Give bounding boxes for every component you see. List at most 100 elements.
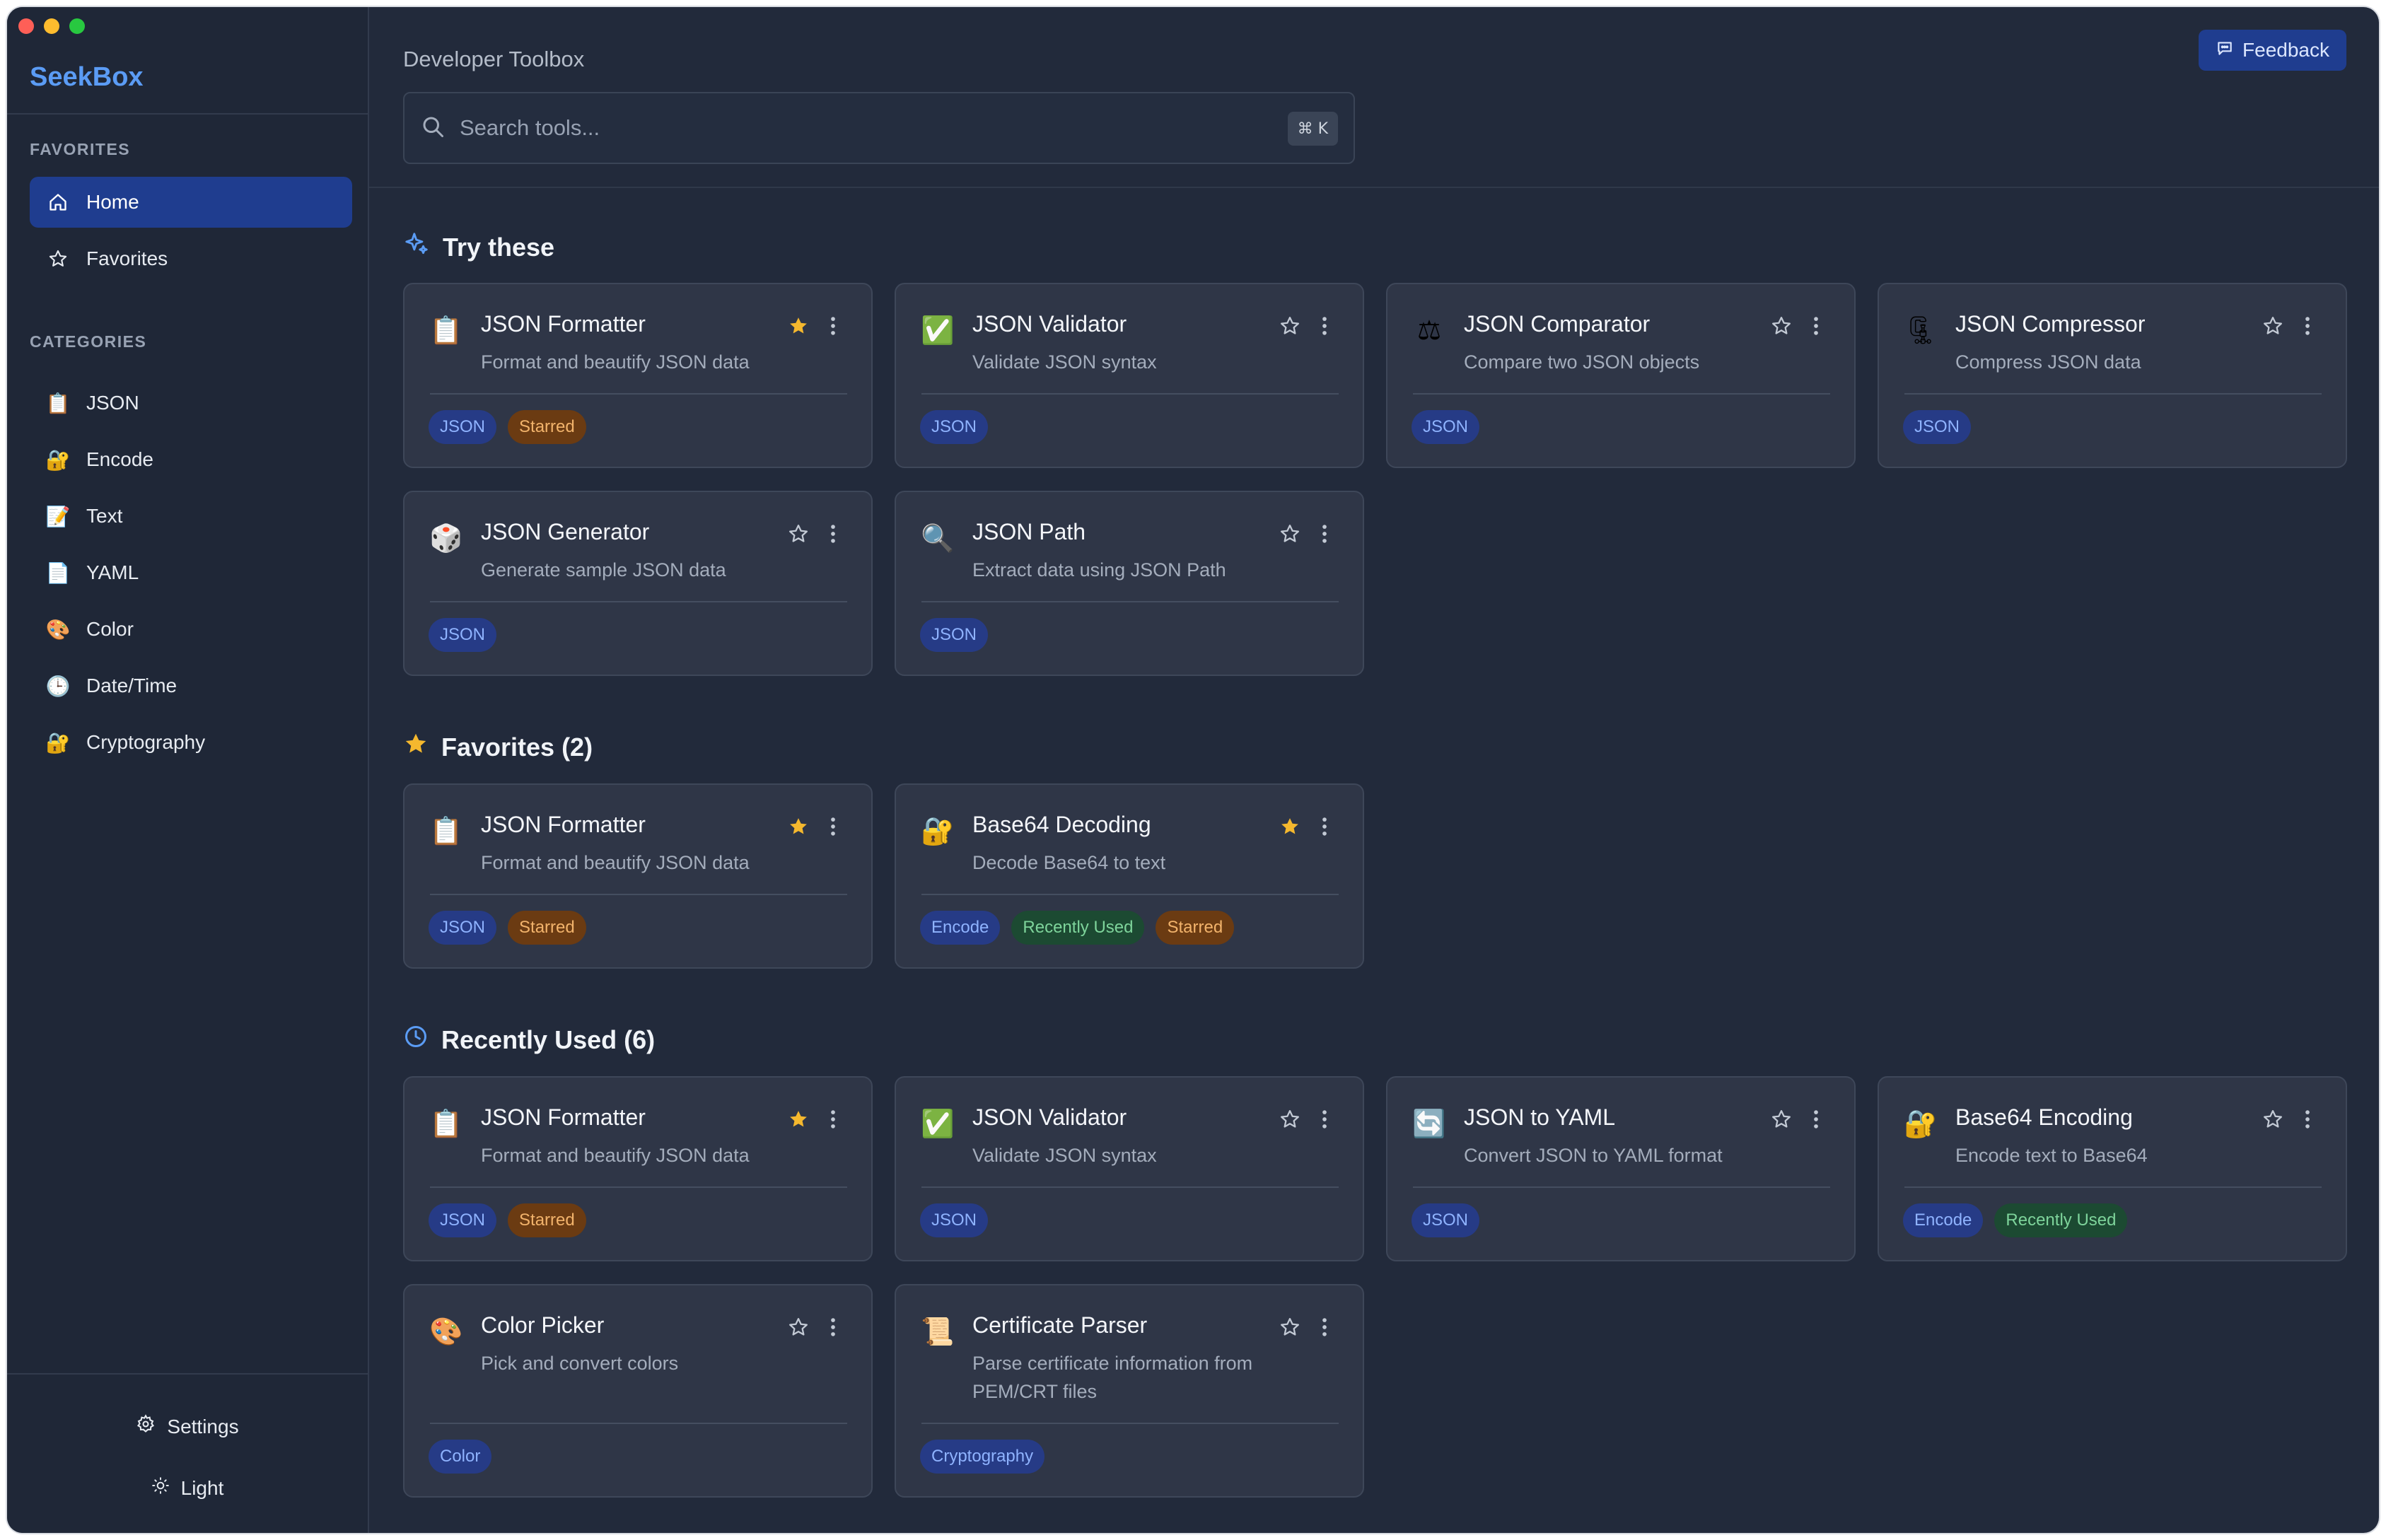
more-menu-icon[interactable] [826,1315,840,1339]
star-outline-icon[interactable] [1279,1317,1302,1339]
sidebar-item-text[interactable]: 📝 Text [30,491,352,542]
sun-icon [151,1476,170,1500]
sidebar-item-favorites[interactable]: Favorites [30,233,352,284]
card-title: JSON Path [972,519,1086,544]
section-title-label: Try these [443,232,555,262]
tool-card[interactable]: 📋 JSON Formatter Format and beautify JSON … [403,783,873,969]
card-divider [921,1423,1339,1424]
sidebar-divider [7,1373,368,1375]
dice-icon: 🎲 [429,522,463,554]
tool-card[interactable]: 🔄 JSON to YAML Convert JSON to YAML format… [1386,1076,1856,1261]
card-title: JSON Generator [481,519,650,544]
close-window-button[interactable] [18,18,34,34]
more-menu-icon[interactable] [1317,815,1332,839]
star-outline-icon[interactable] [1771,315,1793,338]
more-menu-icon[interactable] [1317,314,1332,338]
feedback-button[interactable]: Feedback [2199,30,2346,71]
card-title: JSON Validator [972,311,1127,337]
more-menu-icon[interactable] [1317,522,1332,546]
tag-badge: JSON [1412,1203,1480,1237]
tag-list: JSON Starred [429,1203,586,1237]
card-divider [1904,393,2322,395]
sidebar-item-cryptography[interactable]: 🔐 Cryptography [30,717,352,768]
more-menu-icon[interactable] [826,1107,840,1131]
section-title-label: Recently Used (6) [441,1025,656,1054]
sidebar-item-json[interactable]: 📋 JSON [30,378,352,428]
star-outline-icon[interactable] [1771,1109,1793,1131]
tool-card[interactable]: 🗜 JSON Compressor Compress JSON data JSON [1878,283,2347,468]
search-input[interactable] [458,115,1239,141]
clipboard-icon: 📋 [45,391,71,415]
star-filled-icon[interactable] [788,1109,810,1131]
star-outline-icon [47,247,69,270]
star-filled-icon[interactable] [788,315,810,338]
sidebar-item-home[interactable]: Home [30,177,352,228]
tool-card[interactable]: 🔐 Base64 Decoding Decode Base64 to text Enc… [895,783,1364,969]
favorites-heading: FAVORITES [30,140,131,158]
card-divider [430,601,847,602]
card-title: JSON Formatter [481,1104,646,1130]
sidebar-item-color[interactable]: 🎨 Color [30,604,352,655]
tool-card[interactable]: 🎨 Color Picker Pick and convert colors Colo… [403,1284,873,1498]
tool-card[interactable]: ✅ JSON Validator Validate JSON syntax JSON [895,283,1364,468]
more-menu-icon[interactable] [2300,314,2315,338]
star-outline-icon[interactable] [2262,315,2285,338]
sidebar-item-datetime[interactable]: 🕒 Date/Time [30,660,352,711]
star-outline-icon[interactable] [788,523,810,546]
shortcut-hint: ⌘ K [1287,112,1338,146]
settings-label: Settings [167,1415,239,1437]
more-menu-icon[interactable] [2300,1107,2315,1131]
refresh-icon: 🔄 [1412,1107,1446,1139]
tag-badge: Starred [508,1203,586,1237]
settings-button[interactable]: Settings [7,1414,368,1439]
tag-badge: JSON [429,911,497,945]
tag-list: JSON [920,1203,989,1237]
theme-toggle[interactable]: Light [7,1476,368,1500]
clipboard-icon: 📋 [429,815,463,846]
page-title: Developer Toolbox [403,47,585,71]
star-outline-icon[interactable] [1279,1109,1302,1131]
card-description: Extract data using JSON Path [972,559,1226,581]
tool-card[interactable]: 🔐 Base64 Encoding Encode text to Base64 Enc… [1878,1076,2347,1261]
star-outline-icon[interactable] [1279,523,1302,546]
card-description: Parse certificate information from PEM/C… [972,1353,1253,1402]
clock-icon: 🕒 [45,674,71,698]
star-outline-icon[interactable] [2262,1109,2285,1131]
star-filled-icon[interactable] [788,816,810,839]
tag-list: JSON [1412,1203,1480,1237]
zoom-window-button[interactable] [69,18,85,34]
sidebar-item-yaml[interactable]: 📄 YAML [30,547,352,598]
tool-card[interactable]: 📜 Certificate Parser Parse certificate inf… [895,1284,1364,1498]
more-menu-icon[interactable] [1317,1107,1332,1131]
card-title: JSON Validator [972,1104,1127,1130]
card-title: Color Picker [481,1312,605,1338]
sidebar-item-label: JSON [86,392,139,414]
tool-card[interactable]: ✅ JSON Validator Validate JSON syntax JSON [895,1076,1364,1261]
more-menu-icon[interactable] [1317,1315,1332,1339]
section-recent-heading: Recently Used (6) [403,1024,655,1056]
card-title: JSON to YAML [1464,1104,1615,1130]
card-divider [921,393,1339,395]
clipboard-icon: 📋 [429,314,463,346]
more-menu-icon[interactable] [826,815,840,839]
tool-card[interactable]: 📋 JSON Formatter Format and beautify JSON … [403,1076,873,1261]
minimize-window-button[interactable] [44,18,59,34]
star-filled-icon[interactable] [1279,816,1302,839]
card-divider [1413,1186,1830,1188]
star-outline-icon[interactable] [788,1317,810,1339]
tool-card[interactable]: ⚖ JSON Comparator Compare two JSON objects… [1386,283,1856,468]
search-bar[interactable]: ⌘ K [403,92,1355,164]
more-menu-icon[interactable] [826,314,840,338]
clamp-icon: 🗜 [1903,314,1938,346]
tool-card[interactable]: 📋 JSON Formatter Format and beautify JSON … [403,283,873,468]
tool-card[interactable]: 🎲 JSON Generator Generate sample JSON data… [403,491,873,676]
more-menu-icon[interactable] [1809,314,1823,338]
more-menu-icon[interactable] [826,522,840,546]
section-try-these-heading: Try these [403,231,554,264]
star-outline-icon[interactable] [1279,315,1302,338]
tool-card[interactable]: 🔍 JSON Path Extract data using JSON Path JS… [895,491,1364,676]
sidebar-item-label: Text [86,505,123,527]
sidebar-item-encode[interactable]: 🔐 Encode [30,434,352,485]
more-menu-icon[interactable] [1809,1107,1823,1131]
tag-badge: Cryptography [920,1440,1045,1474]
